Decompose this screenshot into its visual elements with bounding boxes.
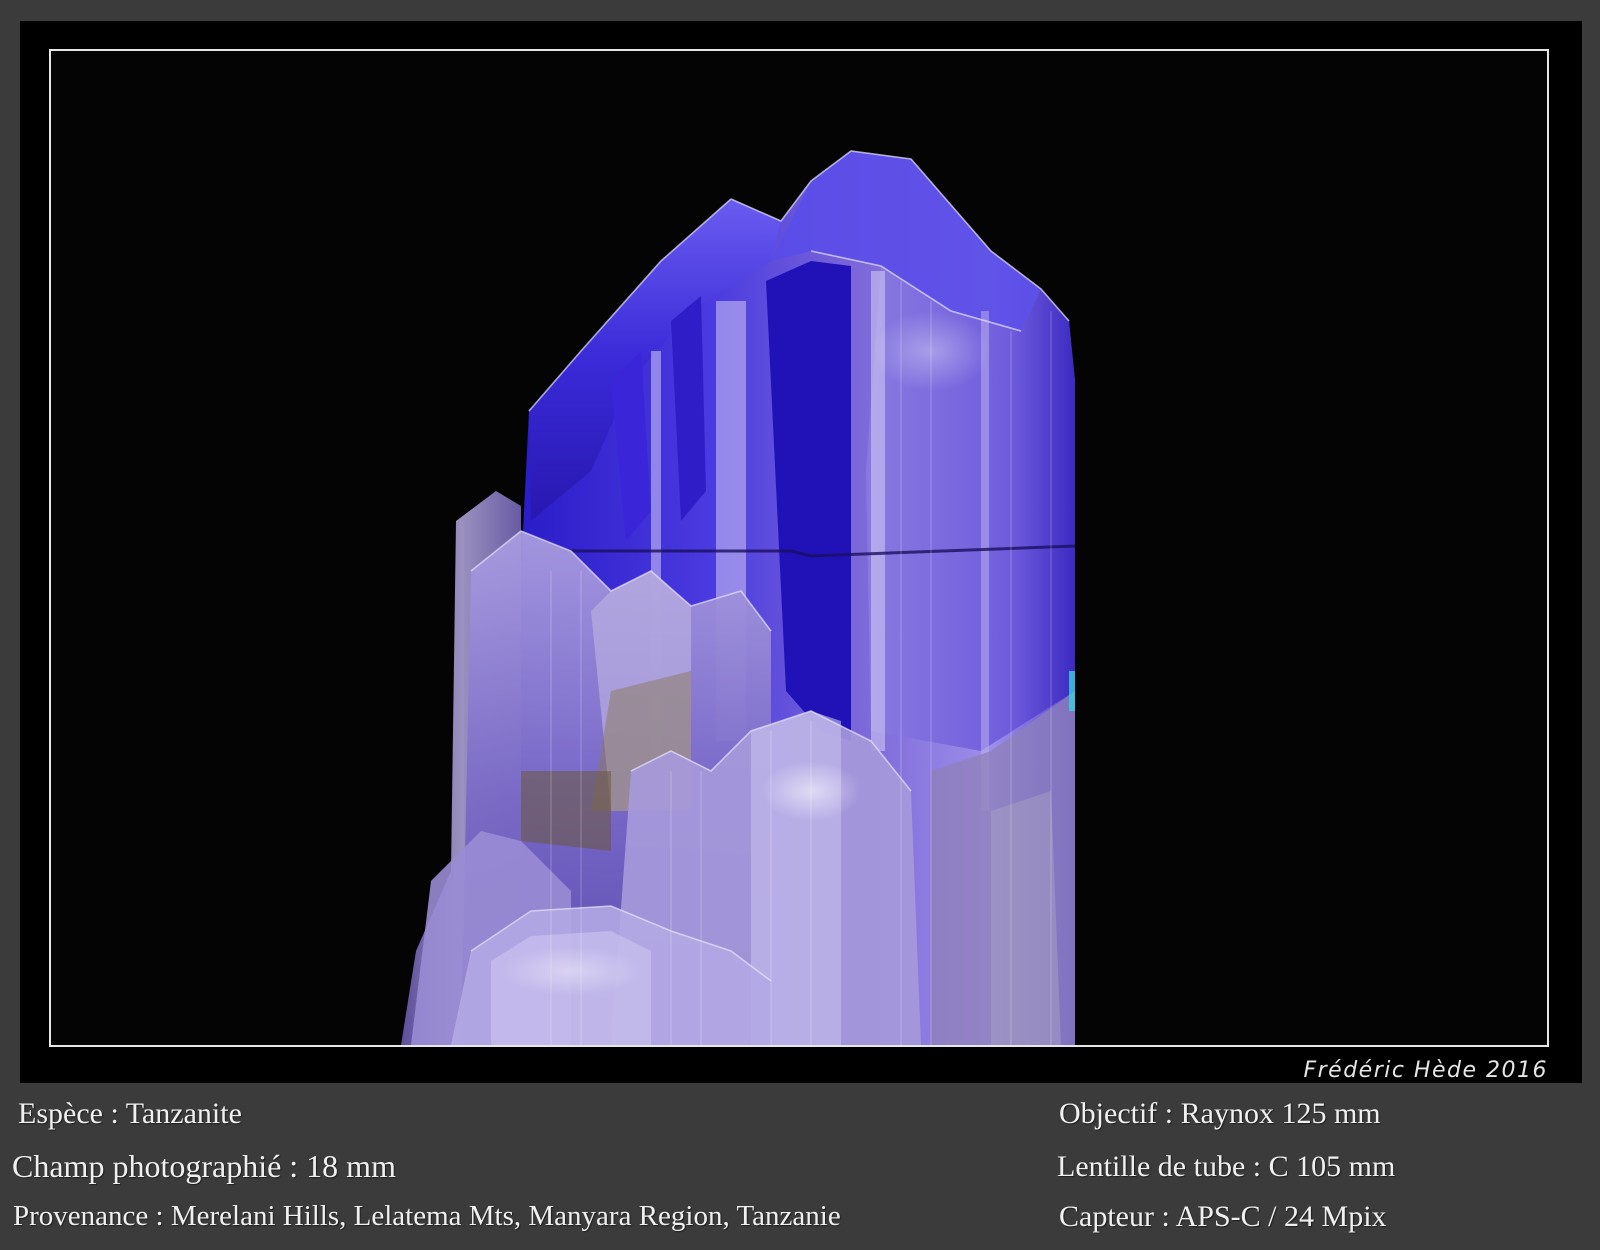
objective-caption: Objectif : Raynox 125 mm	[1059, 1097, 1381, 1130]
photo-card: Frédéric Hède 2016	[20, 21, 1582, 1083]
tanzanite-crystal-photo	[401, 150, 1076, 1045]
photo-frame	[49, 49, 1549, 1047]
field-of-view-caption: Champ photographié : 18 mm	[12, 1148, 396, 1184]
photographer-signature: Frédéric Hède 2016	[1303, 1058, 1548, 1083]
tube-lens-caption: Lentille de tube : C 105 mm	[1057, 1150, 1396, 1183]
sensor-caption: Capteur : APS-C / 24 Mpix	[1059, 1200, 1387, 1233]
species-caption: Espèce : Tanzanite	[18, 1097, 242, 1130]
photo-plate: Frédéric Hède 2016 Espèce : Tanzanite Ch…	[0, 0, 1600, 1250]
provenance-caption: Provenance : Merelani Hills, Lelatema Mt…	[13, 1200, 841, 1232]
